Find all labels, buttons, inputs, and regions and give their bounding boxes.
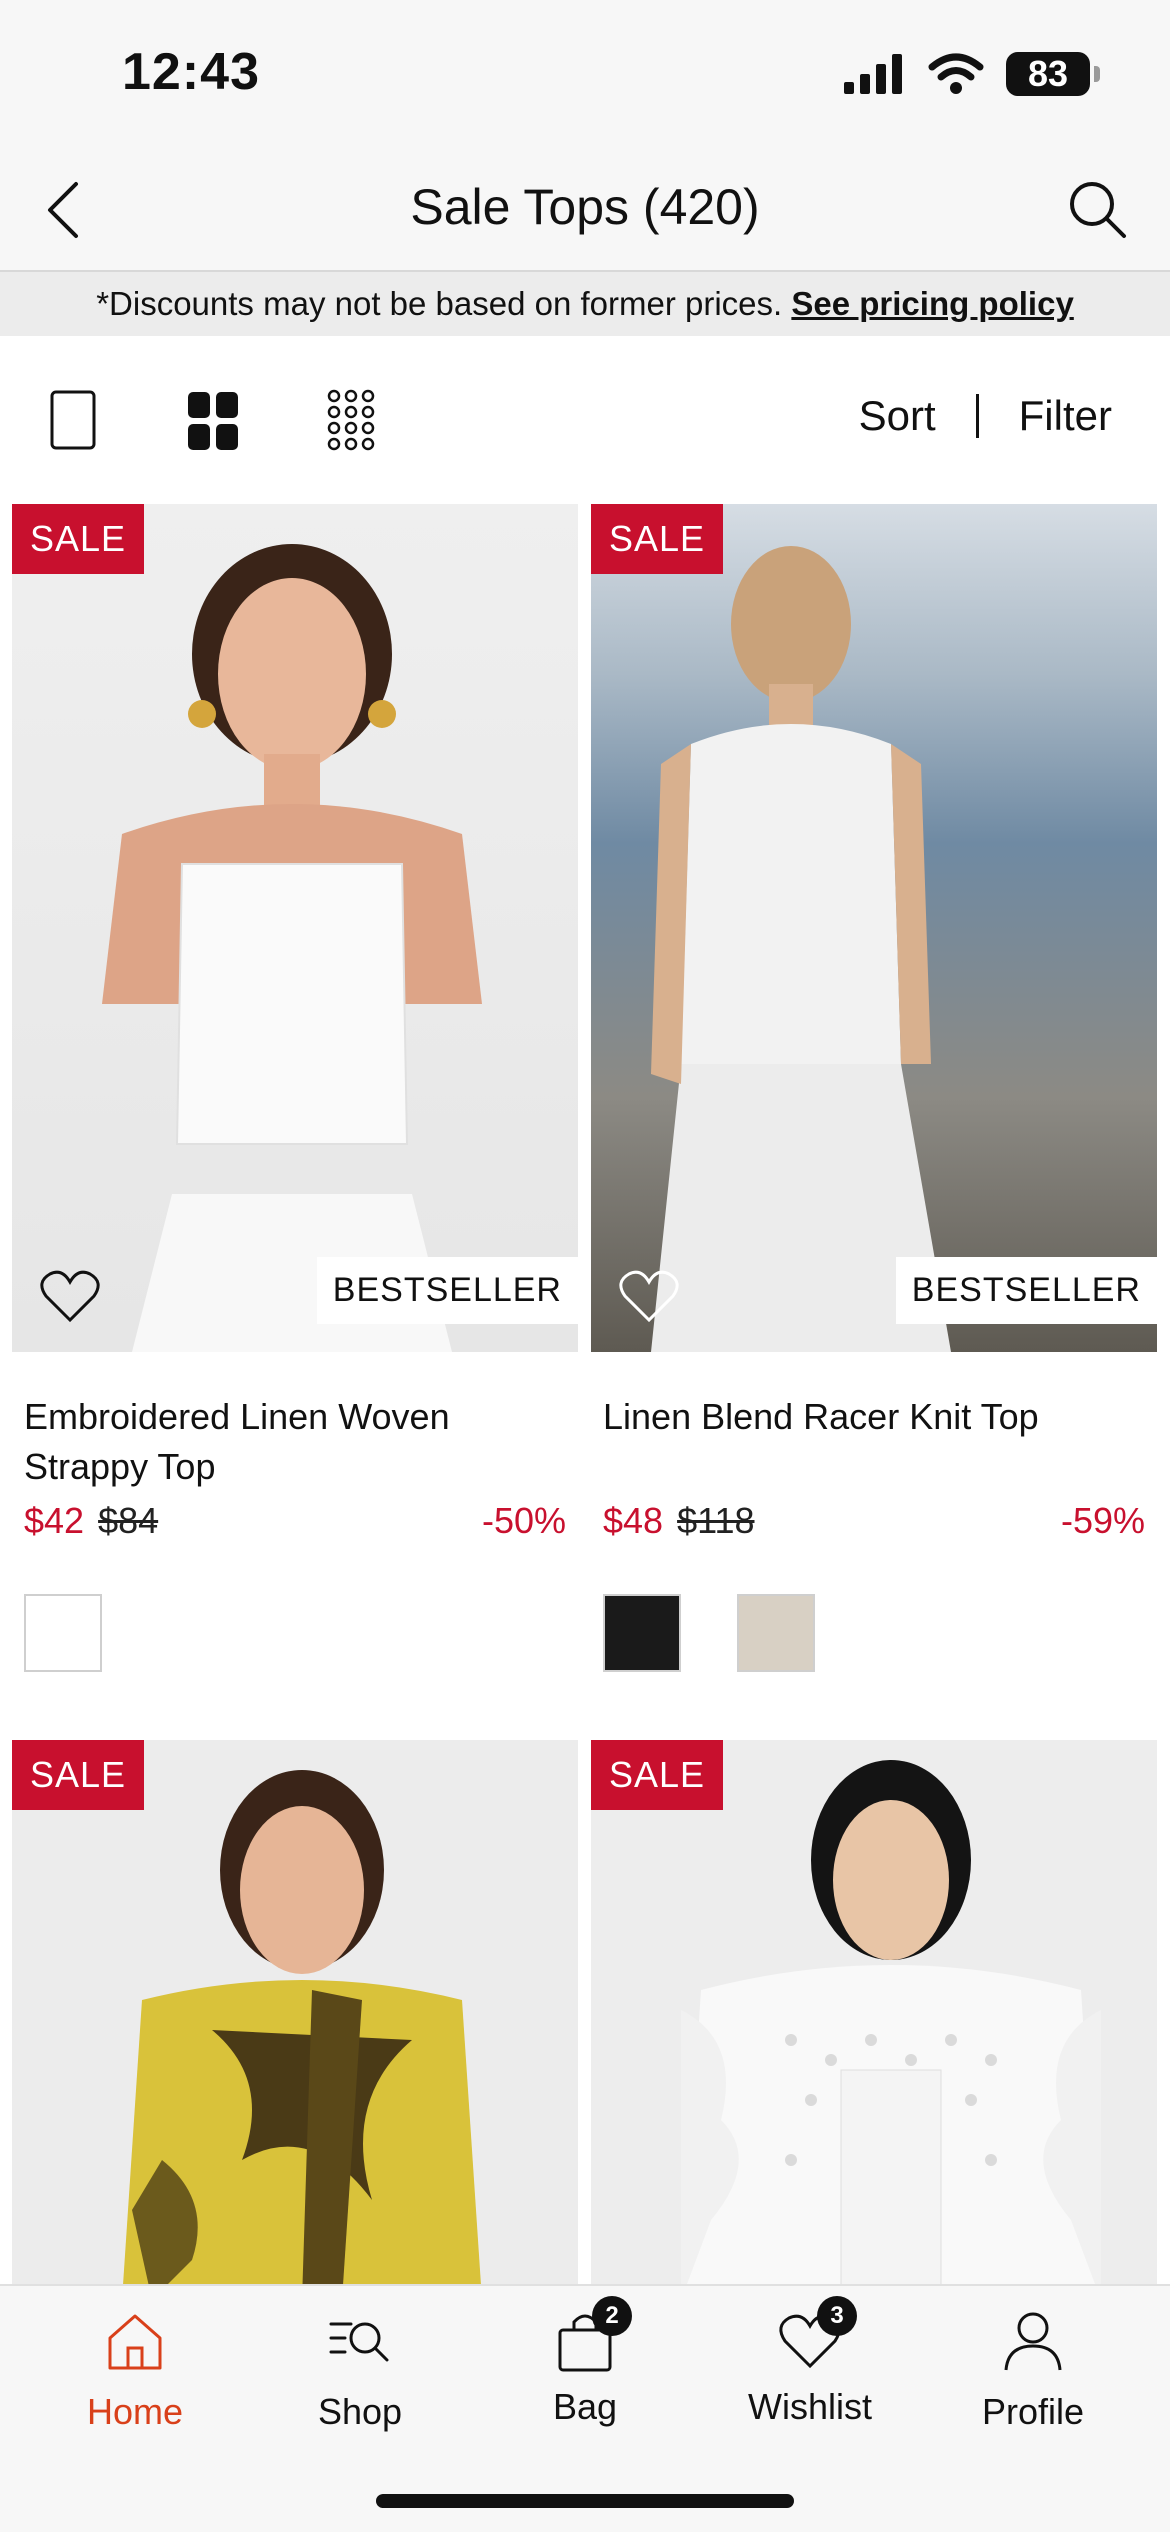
- product-name-line1: Embroidered Linen Woven: [24, 1396, 450, 1437]
- product-image[interactable]: SALE BESTSELLER: [591, 504, 1157, 1352]
- product-image[interactable]: SALE: [12, 1740, 578, 2284]
- page-title: Sale Tops (420): [410, 179, 760, 235]
- tab-label: Wishlist: [748, 2386, 872, 2427]
- tab-profile[interactable]: Profile: [953, 2308, 1113, 2433]
- discount-percent: -50%: [481, 1500, 566, 1541]
- model-illustration: [651, 546, 951, 1352]
- product-name-line2: Strappy Top: [24, 1446, 216, 1487]
- model-illustration: [681, 1760, 1101, 2284]
- color-swatches: [603, 1594, 1145, 1672]
- product-name-line1: Linen Blend Racer Knit Top: [603, 1396, 1039, 1437]
- tab-shop[interactable]: Shop: [280, 2308, 440, 2433]
- product-name[interactable]: Linen Blend Racer Knit Top: [603, 1392, 1145, 1442]
- bestseller-badge: BESTSELLER: [316, 1257, 578, 1324]
- tab-label: Bag: [552, 2386, 618, 2427]
- filter-button[interactable]: Filter: [1019, 392, 1112, 440]
- tab-wishlist[interactable]: 3 Wishlist: [730, 2296, 890, 2428]
- price-row: $48 $118 -59%: [603, 1500, 1145, 1542]
- bag-icon-wrapper: 2: [552, 2296, 632, 2374]
- wifi-icon: [928, 53, 984, 94]
- product-card[interactable]: SALE: [12, 1740, 578, 2284]
- sale-badge: SALE: [591, 1740, 724, 1810]
- nav-bar: Sale Tops (420): [0, 150, 1170, 272]
- home-indicator: [376, 2494, 794, 2508]
- product-card[interactable]: SALE BESTSELLER Linen Blend Racer Knit T…: [591, 504, 1157, 1672]
- wishlist-count-badge: 3: [817, 2296, 857, 2336]
- price-row: $42 $84 -50%: [24, 1500, 566, 1542]
- color-swatch-white[interactable]: [24, 1594, 102, 1672]
- sale-badge: SALE: [12, 504, 145, 574]
- divider: [975, 394, 979, 438]
- home-icon: [108, 2314, 162, 2370]
- tab-home[interactable]: Home: [55, 2308, 215, 2433]
- tab-bag[interactable]: 2 Bag: [505, 2296, 665, 2428]
- view-toolbar: Sort Filter: [0, 336, 1170, 504]
- discount-percent: -59%: [1060, 1500, 1145, 1541]
- battery-icon: 83: [1006, 52, 1100, 96]
- wishlist-heart-icon[interactable]: [38, 1264, 102, 1328]
- sort-button[interactable]: Sort: [859, 392, 936, 440]
- product-card[interactable]: SALE BESTSELLER Embroidered Linen Woven …: [12, 504, 578, 1672]
- sale-badge: SALE: [591, 504, 724, 574]
- three-column-view-icon[interactable]: [326, 388, 386, 452]
- product-name[interactable]: Embroidered Linen Woven Strappy Top: [24, 1392, 566, 1492]
- original-price: $118: [677, 1500, 755, 1541]
- signal-icon: [844, 54, 902, 94]
- heart-icon-wrapper: 3: [777, 2296, 857, 2374]
- model-illustration: [102, 544, 482, 1352]
- pricing-policy-link[interactable]: See pricing policy: [791, 285, 1073, 322]
- search-icon[interactable]: [1064, 176, 1130, 242]
- product-image[interactable]: SALE BESTSELLER: [12, 504, 578, 1352]
- product-card[interactable]: SALE: [591, 1740, 1157, 2284]
- color-swatch-black[interactable]: [603, 1594, 681, 1672]
- two-column-view-icon[interactable]: [186, 388, 246, 452]
- notice-text: *Discounts may not be based on former pr…: [96, 285, 783, 322]
- single-column-view-icon[interactable]: [48, 388, 108, 452]
- profile-icon: [1004, 2312, 1062, 2371]
- model-illustration: [123, 1770, 481, 2284]
- pricing-notice: *Discounts may not be based on former pr…: [0, 272, 1170, 336]
- tab-label: Home: [86, 2391, 184, 2432]
- color-swatches: [24, 1594, 566, 1672]
- wishlist-heart-icon[interactable]: [617, 1264, 681, 1328]
- tab-label: Shop: [317, 2391, 403, 2432]
- product-image[interactable]: SALE: [591, 1740, 1157, 2284]
- sort-filter-group: Sort Filter: [859, 392, 1112, 440]
- bottom-tab-bar: Home Shop 2 Bag 3 Wishlist Profile: [0, 2284, 1170, 2532]
- system-icons: 83: [844, 52, 1100, 96]
- shop-search-icon: [329, 2322, 389, 2362]
- product-grid: SALE BESTSELLER Embroidered Linen Woven …: [0, 504, 1170, 2284]
- color-swatch-natural[interactable]: [737, 1594, 815, 1672]
- tab-label: Profile: [981, 2391, 1085, 2432]
- sale-price: $48: [603, 1500, 664, 1541]
- status-bar: 12:43 83: [0, 0, 1170, 150]
- bag-count-badge: 2: [592, 2296, 632, 2336]
- bestseller-badge: BESTSELLER: [895, 1257, 1157, 1324]
- sale-badge: SALE: [12, 1740, 145, 1810]
- sale-price: $42: [24, 1500, 85, 1541]
- status-time: 12:43: [122, 43, 260, 101]
- original-price: $84: [98, 1500, 159, 1541]
